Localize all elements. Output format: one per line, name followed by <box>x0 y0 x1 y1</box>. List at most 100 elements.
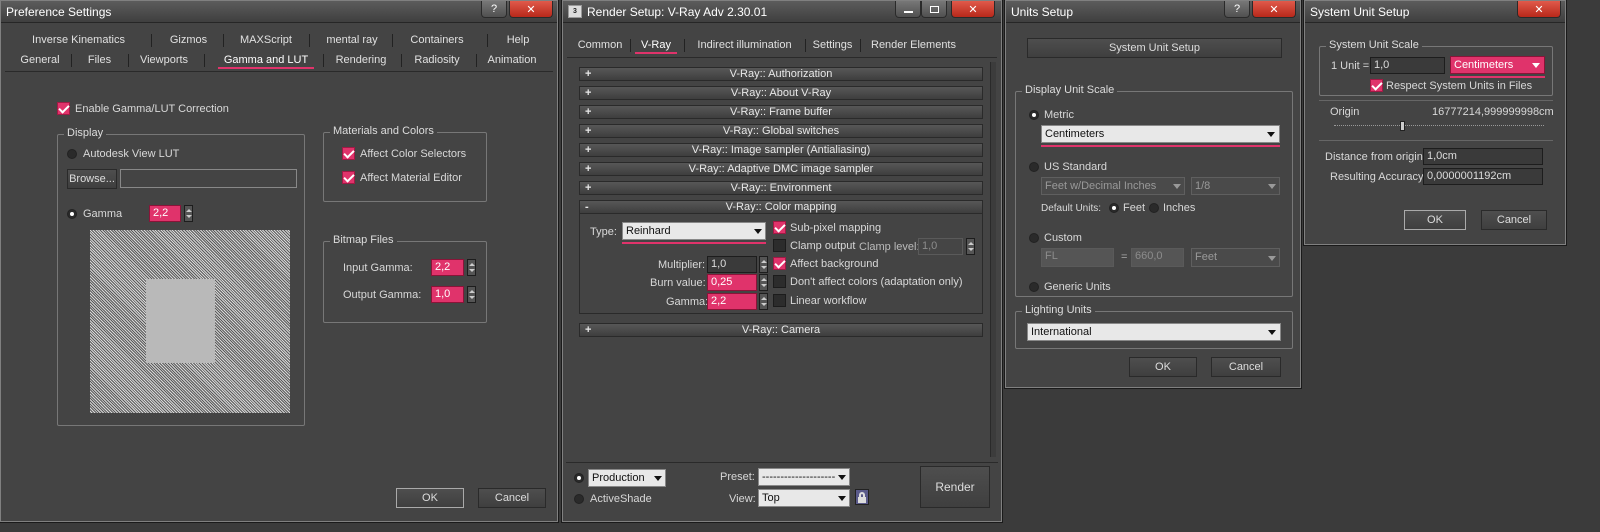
lock-icon[interactable] <box>855 489 869 505</box>
activeshade-radio[interactable] <box>574 494 584 504</box>
affect-background-checkbox[interactable] <box>773 257 786 270</box>
rollout-color-mapping[interactable]: - V-Ray:: Color mapping <box>579 200 983 214</box>
units-ok-button[interactable]: OK <box>1129 357 1197 377</box>
autodesk-view-lut-radio[interactable] <box>67 149 77 159</box>
lighting-units-dropdown[interactable]: International <box>1027 323 1281 341</box>
us-standard-dropdown[interactable]: Feet w/Decimal Inches <box>1041 177 1185 195</box>
tab-indirect-illumination[interactable]: Indirect illumination <box>692 36 797 54</box>
enable-gamma-checkbox[interactable] <box>57 102 70 115</box>
help-button[interactable]: ? <box>481 1 507 18</box>
output-gamma-spinner[interactable] <box>467 286 476 303</box>
cancel-button[interactable]: Cancel <box>478 488 546 508</box>
units-cancel-button[interactable]: Cancel <box>1211 357 1281 377</box>
ok-button[interactable]: OK <box>396 488 464 508</box>
input-gamma-spinner[interactable] <box>467 259 476 276</box>
title-bar[interactable]: 3 Render Setup: V-Ray Adv 2.30.01 ✕ <box>563 1 1001 23</box>
tab-files[interactable]: Files <box>77 51 122 69</box>
metric-dropdown[interactable]: Centimeters <box>1041 125 1280 143</box>
origin-slider[interactable] <box>1334 125 1544 127</box>
dont-affect-colors-checkbox[interactable] <box>773 275 786 288</box>
tab-radiosity[interactable]: Radiosity <box>408 51 466 69</box>
rollout-environment[interactable]: + V-Ray:: Environment <box>579 181 983 195</box>
rollout-authorization[interactable]: + V-Ray:: Authorization <box>579 67 983 81</box>
cm-gamma-field[interactable]: 2,2 <box>707 293 757 310</box>
clamp-level-field[interactable]: 1,0 <box>918 238 963 255</box>
custom-radio[interactable] <box>1029 233 1039 243</box>
tab-maxscript[interactable]: MAXScript <box>231 31 301 49</box>
rollout-global-switches[interactable]: + V-Ray:: Global switches <box>579 124 983 138</box>
type-dropdown[interactable]: Reinhard <box>622 222 766 240</box>
affect-material-editor-checkbox[interactable] <box>342 171 355 184</box>
custom-value-field[interactable]: 660,0 <box>1131 248 1184 267</box>
clamp-level-spinner[interactable] <box>966 238 975 255</box>
tab-common[interactable]: Common <box>575 36 625 54</box>
lut-path-field[interactable] <box>120 169 297 188</box>
close-button[interactable]: ✕ <box>509 1 553 18</box>
feet-radio[interactable] <box>1109 203 1119 213</box>
us-standard-radio[interactable] <box>1029 162 1039 172</box>
tab-inverse-kinematics[interactable]: Inverse Kinematics <box>21 31 136 49</box>
sys-cancel-button[interactable]: Cancel <box>1481 210 1547 230</box>
tab-v-ray[interactable]: V-Ray <box>635 36 677 54</box>
multiplier-field[interactable]: 1,0 <box>707 256 757 273</box>
generic-units-radio[interactable] <box>1029 282 1039 292</box>
browse-button[interactable]: Browse... <box>67 169 117 189</box>
view-dropdown[interactable]: Top <box>758 489 850 507</box>
tab-help[interactable]: Help <box>493 31 543 49</box>
gamma-field[interactable]: 2,2 <box>149 205 181 222</box>
tab-general[interactable]: General <box>15 51 65 69</box>
render-button[interactable]: Render <box>920 466 990 508</box>
title-bar[interactable]: System Unit Setup ✕ <box>1305 1 1565 23</box>
inches-radio[interactable] <box>1149 203 1159 213</box>
respect-system-units-checkbox[interactable] <box>1370 79 1383 92</box>
title-bar[interactable]: Units Setup ? ✕ <box>1006 1 1300 23</box>
tab-gizmos[interactable]: Gizmos <box>161 31 216 49</box>
one-unit-field[interactable]: 1,0 <box>1370 57 1445 74</box>
sub-pixel-checkbox[interactable] <box>773 221 786 234</box>
sys-ok-button[interactable]: OK <box>1404 210 1466 230</box>
tab-render-elements[interactable]: Render Elements <box>866 36 961 54</box>
tab-gamma-and-lut[interactable]: Gamma and LUT <box>218 51 314 69</box>
close-button[interactable]: ✕ <box>1252 1 1296 18</box>
burn-value-field[interactable]: 0,25 <box>707 274 757 291</box>
system-unit-dropdown[interactable]: Centimeters <box>1450 56 1545 74</box>
tab-divider <box>223 34 224 47</box>
output-gamma-field[interactable]: 1,0 <box>431 286 464 303</box>
tab-mental-ray[interactable]: mental ray <box>317 31 387 49</box>
close-button[interactable]: ✕ <box>1517 1 1561 18</box>
rollout-adaptive-dmc[interactable]: + V-Ray:: Adaptive DMC image sampler <box>579 162 983 176</box>
input-gamma-field[interactable]: 2,2 <box>431 259 464 276</box>
gamma-radio[interactable] <box>67 209 77 219</box>
clamp-output-checkbox[interactable] <box>773 239 786 252</box>
origin-slider-thumb[interactable] <box>1400 121 1405 131</box>
gamma-spinner[interactable] <box>184 205 193 222</box>
production-radio[interactable] <box>574 473 584 483</box>
gamma-test-square <box>146 279 215 363</box>
minimize-button[interactable] <box>895 1 921 18</box>
rollout-camera[interactable]: + V-Ray:: Camera <box>579 323 983 337</box>
help-button[interactable]: ? <box>1224 1 1250 18</box>
tab-settings[interactable]: Settings <box>810 36 855 54</box>
title-bar[interactable]: Preference Settings ? ✕ <box>1 1 557 23</box>
linear-workflow-checkbox[interactable] <box>773 294 786 307</box>
rollout-about-vray[interactable]: + V-Ray:: About V-Ray <box>579 86 983 100</box>
multiplier-spinner[interactable] <box>759 256 768 273</box>
tab-rendering[interactable]: Rendering <box>331 51 391 69</box>
close-button[interactable]: ✕ <box>951 1 995 18</box>
metric-radio[interactable] <box>1029 110 1039 120</box>
rollout-image-sampler[interactable]: + V-Ray:: Image sampler (Antialiasing) <box>579 143 983 157</box>
preset-dropdown[interactable]: -------------------- <box>758 468 850 486</box>
rollout-frame-buffer[interactable]: + V-Ray:: Frame buffer <box>579 105 983 119</box>
tab-viewports[interactable]: Viewports <box>133 51 195 69</box>
system-unit-setup-button[interactable]: System Unit Setup <box>1027 38 1282 58</box>
maximize-button[interactable] <box>921 1 947 18</box>
tab-animation[interactable]: Animation <box>483 51 541 69</box>
rollout-scrollbar[interactable] <box>990 62 996 457</box>
custom-unit-dropdown[interactable]: Feet <box>1191 248 1280 267</box>
tab-containers[interactable]: Containers <box>397 31 477 49</box>
fraction-dropdown[interactable]: 1/8 <box>1191 177 1280 195</box>
affect-color-selectors-checkbox[interactable] <box>342 147 355 160</box>
cm-gamma-spinner[interactable] <box>759 293 768 310</box>
burn-value-spinner[interactable] <box>759 274 768 291</box>
custom-name-field[interactable]: FL <box>1041 248 1114 267</box>
